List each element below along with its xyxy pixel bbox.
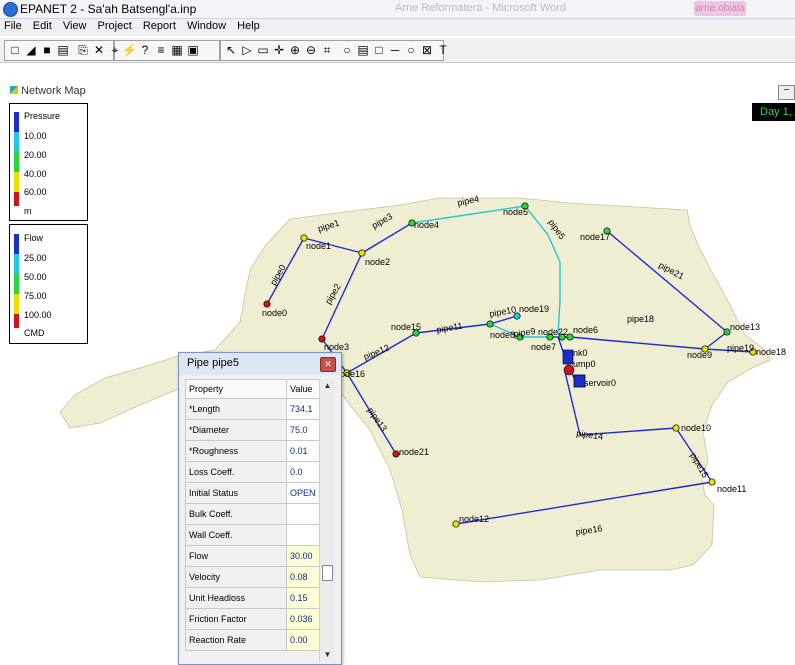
node-label: node11 [717,484,746,494]
property-value-diameter[interactable]: 75.0 [286,419,321,441]
close-icon[interactable]: ✕ [320,357,336,372]
flow-color-2 [14,254,19,274]
flow-level: 25.00 [24,253,47,263]
property-value-length[interactable]: 734.1 [286,398,321,420]
node-label: node1 [306,241,331,251]
property-value-reaction-rate: 0.00 [286,629,321,651]
node-label: node18 [756,347,786,357]
flow-legend[interactable]: Flow 25.00 50.00 75.00 100.00 CMD [9,224,88,344]
pressure-unit: m [24,206,32,216]
pressure-level: 10.00 [24,131,47,141]
property-name: *Roughness [185,440,287,462]
property-value-unit-headloss: 0.15 [286,587,321,609]
node-label: node22 [538,327,568,337]
property-name: Reaction Rate [185,629,287,651]
node-label: node19 [519,304,549,314]
property-value-wall-coeff[interactable] [286,524,321,546]
node-label: node5 [503,207,528,217]
scroll-down-icon[interactable]: ▼ [320,648,335,662]
junction-node[interactable] [358,249,366,257]
property-name: Wall Coeff. [185,524,287,546]
junction-node[interactable] [708,478,716,486]
scroll-thumb[interactable] [322,565,333,581]
property-table: Property Value *Length 734.1 *Diameter 75.0… [185,379,321,651]
pressure-color-3 [14,152,19,172]
pressure-color-5 [14,192,19,206]
node-label: node10 [681,423,711,433]
flow-level: 100.00 [24,310,52,320]
pressure-legend-title: Pressure [24,111,61,121]
node-label: node8 [490,330,515,340]
flow-unit: CMD [24,328,45,338]
property-scrollbar[interactable]: ▲ ▼ [319,379,335,662]
property-name: Bulk Coeff. [185,503,287,525]
flow-level: 75.00 [24,291,47,301]
node-label: node0 [262,308,287,318]
network-map-canvas[interactable]: node0 node1 node2 node3 node4 node5 node6 node7… [0,0,795,663]
flow-color-4 [14,294,19,314]
pipe-label: pipe19 [727,343,754,353]
pressure-legend[interactable]: Pressure 10.00 20.00 40.00 60.00 m [9,103,88,221]
node-label: node12 [459,514,489,524]
flow-color-5 [14,314,19,328]
property-name: Unit Headloss [185,587,287,609]
pressure-level: 20.00 [24,150,47,160]
property-value-bulk-coeff[interactable] [286,503,321,525]
scroll-up-icon[interactable]: ▲ [320,379,335,393]
pipe-label: pipe18 [627,314,654,324]
node-label: node2 [365,257,390,267]
property-column-header: Property [185,379,287,399]
property-value-roughness[interactable]: 0.01 [286,440,321,462]
node-label: ump0 [573,359,596,369]
pump-icon [563,364,575,376]
property-name: Friction Factor [185,608,287,630]
junction-node[interactable] [672,424,680,432]
property-value-friction-factor: 0.036 [286,608,321,630]
junction-node[interactable] [263,300,271,308]
flow-level: 50.00 [24,272,47,282]
flow-color-1 [14,234,19,254]
property-editor-title: Pipe pipe5 [187,357,239,369]
node-label: node13 [730,322,760,332]
node-label: node15 [391,322,421,332]
property-value-initial-status[interactable]: OPEN [286,482,321,504]
property-name: Loss Coeff. [185,461,287,483]
junction-node[interactable] [486,320,494,328]
property-name: *Length [185,398,287,420]
pressure-level: 40.00 [24,169,47,179]
property-editor-titlebar[interactable]: Pipe pipe5 ✕ [179,353,341,375]
tank-icon [562,349,574,365]
node-label: node17 [580,232,610,242]
pressure-color-4 [14,172,19,192]
flow-legend-title: Flow [24,233,44,243]
pressure-level: 60.00 [24,187,47,197]
node-label: node21 [399,447,429,457]
node-label: servoir0 [584,378,616,388]
property-name: Velocity [185,566,287,588]
pressure-color-1 [14,112,19,132]
node-label: node6 [573,325,598,335]
node-label: node9 [687,350,712,360]
flow-color-3 [14,274,19,294]
property-name: *Diameter [185,419,287,441]
reservoir-icon [573,374,586,388]
property-name: Flow [185,545,287,567]
property-name: Initial Status [185,482,287,504]
node-label: node4 [414,220,439,230]
node-label: node7 [531,342,556,352]
value-column-header: Value [286,379,321,399]
property-value-velocity: 0.08 [286,566,321,588]
pressure-color-2 [14,132,19,152]
property-editor[interactable]: Pipe pipe5 ✕ Property Value *Length 734.1 … [178,352,342,665]
property-value-flow: 30.00 [286,545,321,567]
property-value-loss-coeff[interactable]: 0.0 [286,461,321,483]
node-label: node3 [324,342,349,352]
backdrop-region [59,197,771,583]
